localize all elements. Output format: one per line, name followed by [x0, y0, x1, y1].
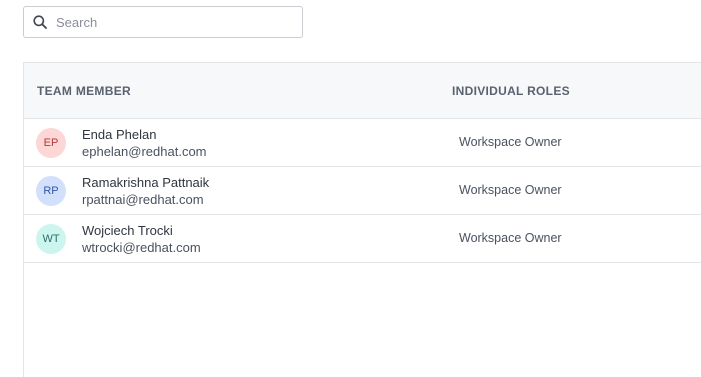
- table-row[interactable]: WT Wojciech Trocki wtrocki@redhat.com Wo…: [24, 215, 701, 263]
- avatar: EP: [36, 128, 66, 158]
- member-name: Ramakrishna Pattnaik: [82, 175, 210, 190]
- table-header: TEAM MEMBER INDIVIDUAL ROLES: [24, 63, 701, 119]
- column-header-team-member[interactable]: TEAM MEMBER: [37, 84, 131, 98]
- member-email: wtrocki@redhat.com: [82, 240, 201, 255]
- search-input[interactable]: [56, 7, 296, 37]
- table-row[interactable]: EP Enda Phelan ephelan@redhat.com Worksp…: [24, 119, 701, 167]
- member-role: Workspace Owner: [459, 231, 562, 245]
- member-email: rpattnai@redhat.com: [82, 192, 204, 207]
- member-role: Workspace Owner: [459, 183, 562, 197]
- avatar: WT: [36, 224, 66, 254]
- column-header-individual-roles[interactable]: INDIVIDUAL ROLES: [452, 84, 570, 98]
- member-role: Workspace Owner: [459, 135, 562, 149]
- table-row[interactable]: RP Ramakrishna Pattnaik rpattnai@redhat.…: [24, 167, 701, 215]
- member-name: Wojciech Trocki: [82, 223, 173, 238]
- member-name: Enda Phelan: [82, 127, 157, 142]
- page: TEAM MEMBER INDIVIDUAL ROLES EP Enda Phe…: [0, 0, 701, 377]
- search-box[interactable]: [23, 6, 303, 38]
- avatar: RP: [36, 176, 66, 206]
- member-email: ephelan@redhat.com: [82, 144, 207, 159]
- team-table: TEAM MEMBER INDIVIDUAL ROLES EP Enda Phe…: [23, 62, 701, 377]
- search-icon: [33, 15, 47, 29]
